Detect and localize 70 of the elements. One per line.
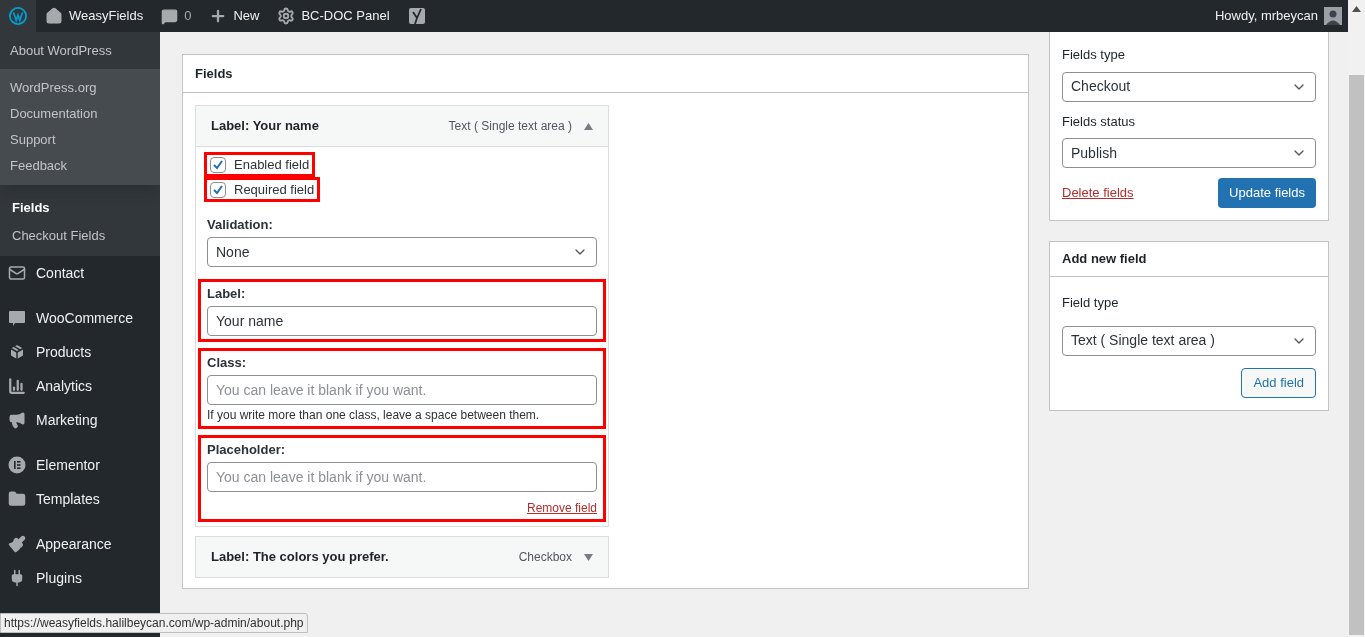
checkbox-label: Enabled field [234, 155, 310, 174]
accordion-header[interactable]: Label: The colors you prefer. Checkbox [196, 537, 608, 577]
sidebar-item[interactable]: Marketing [36, 409, 98, 431]
field-label: Fields type [1062, 46, 1126, 64]
card-title: Fields [195, 64, 233, 83]
sidebar-item[interactable]: Contact [36, 262, 85, 284]
menu-item[interactable]: Documentation [0, 101, 160, 127]
home-icon [45, 7, 63, 25]
avatar-icon [1324, 7, 1342, 25]
sidebar-item[interactable]: Plugins [36, 567, 82, 589]
admin-bar-link[interactable]: 0 [184, 6, 192, 26]
status-url-tooltip: https://weasyfields.halilbeycan.com/wp-admin/about.php [0, 613, 308, 633]
card-title: Add new field [1062, 250, 1147, 269]
submenu-item[interactable]: Checkout Fields [0, 222, 160, 250]
field-label: Field type [1062, 294, 1120, 312]
admin-bar-link[interactable]: BC-DOC Panel [301, 6, 390, 26]
remove-field-link[interactable]: Remove field [526, 500, 597, 516]
select-dropdown[interactable]: Text ( Single text area ) [1062, 325, 1316, 356]
accordion-header[interactable]: Label: Your name Text ( Single text area ) [196, 106, 608, 146]
menu-item[interactable]: About WordPress [10, 40, 112, 61]
bar-chart-icon [8, 377, 26, 395]
field-type-text: Text ( Single text area ) [448, 118, 572, 135]
menu-item[interactable]: Feedback [0, 153, 160, 179]
admin-bar-link[interactable]: WeasyFields [69, 6, 144, 26]
elementor-icon [8, 456, 26, 474]
speech-bubble-icon [8, 309, 26, 327]
accordion-title: Label: The colors you prefer. [211, 548, 389, 567]
mail-icon [8, 264, 26, 282]
megaphone-icon [8, 411, 26, 429]
field-label: Placeholder: [207, 442, 287, 457]
field-label: Validation: [207, 217, 274, 232]
add-field-button[interactable]: Add field [1241, 367, 1316, 398]
triangle-up-icon [584, 122, 593, 130]
field-label: Fields status [1062, 112, 1136, 131]
comment-icon [161, 7, 179, 25]
sidebar-item[interactable]: Analytics [36, 375, 93, 397]
admin-bar-link[interactable]: New [233, 6, 260, 26]
text-input[interactable]: You can leave it blank if you want. [207, 462, 597, 492]
account-greeting[interactable]: Howdy, mrbeycan [1214, 6, 1318, 26]
menu-item[interactable]: Support [0, 127, 160, 153]
triangle-down-icon [584, 553, 593, 561]
scroll-up-arrow-icon[interactable] [1352, 6, 1361, 12]
field-label: Class: [207, 355, 248, 370]
sidebar-item[interactable]: Products [36, 341, 92, 363]
field-label: Label: [207, 286, 247, 301]
text-input[interactable]: You can leave it blank if you want. [207, 375, 597, 405]
menu-item[interactable]: WordPress.org [0, 75, 160, 101]
accordion-title: Label: Your name [211, 117, 319, 136]
text-input[interactable]: Your name [207, 306, 597, 336]
checkbox-label: Required field [234, 180, 315, 199]
update-fields-button[interactable]: Update fields [1218, 178, 1316, 208]
sidebar-item[interactable]: WooCommerce [36, 307, 133, 329]
sidebar-item[interactable]: Templates [36, 488, 100, 510]
field-type-text: Checkbox [518, 549, 572, 566]
seo-plugin-icon[interactable] [407, 6, 426, 26]
checkbox[interactable] [210, 181, 226, 198]
sidebar-item[interactable]: Appearance [36, 533, 112, 555]
folder-icon [8, 490, 26, 508]
checkbox[interactable] [210, 156, 226, 173]
paintbrush-icon [8, 535, 26, 553]
gear-icon [277, 7, 296, 25]
delete-fields-link[interactable]: Delete fields [1062, 183, 1134, 203]
sidebar-item[interactable]: Elementor [36, 454, 100, 476]
wordpress-logo-icon[interactable] [9, 6, 27, 26]
select-dropdown[interactable]: Checkout [1062, 71, 1316, 102]
help-text: If you write more than one class, leave a space between them. [207, 408, 541, 423]
select-dropdown[interactable]: Publish [1062, 138, 1316, 168]
box-icon [8, 343, 26, 361]
submenu-item[interactable]: Fields [0, 194, 160, 222]
select-dropdown[interactable]: None [207, 237, 597, 267]
